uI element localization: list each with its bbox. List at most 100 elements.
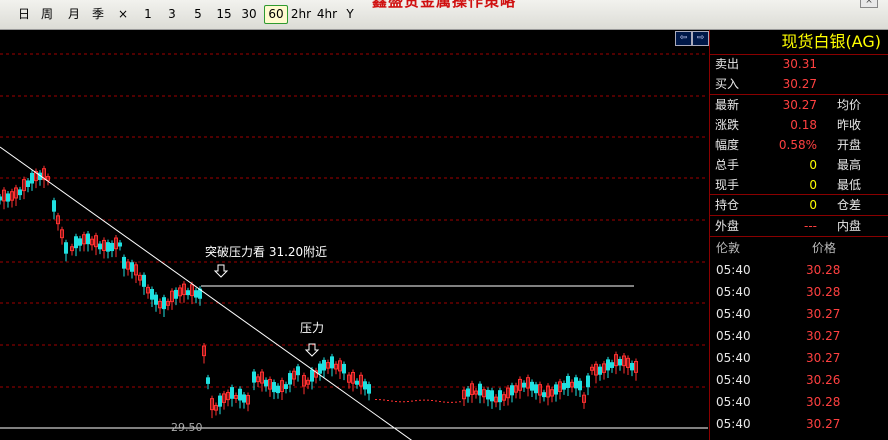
tick-header: 伦敦 价格 (710, 237, 888, 259)
period-button-5[interactable]: 1 (141, 6, 155, 23)
candle-body (630, 362, 634, 371)
candle-body (6, 193, 10, 202)
annotation-pressure: 压力 (300, 321, 324, 335)
candle-body (154, 294, 158, 305)
candle-body (74, 236, 78, 249)
period-button-8[interactable]: 15 (214, 6, 234, 23)
period-button-1[interactable]: 周 (38, 6, 56, 23)
period-button-0[interactable]: 日 (15, 6, 33, 23)
candle-body (272, 382, 276, 393)
period-button-2[interactable]: 月 (65, 6, 83, 23)
tick-price: 30.27 (806, 351, 841, 365)
candle-body (363, 381, 367, 390)
buy-row: 买入 30.27 (710, 74, 888, 94)
tick-header-price: 价格 (812, 241, 837, 255)
candle-body (52, 200, 56, 212)
candle-body (276, 385, 280, 394)
buy-label: 买入 (715, 77, 740, 91)
stat-label-2: 开盘 (837, 138, 862, 152)
candle (435, 400, 437, 402)
tick-row: 05:40 30.28 (710, 259, 888, 281)
stat-label-2: 均价 (837, 98, 862, 112)
candle-body (284, 384, 288, 389)
candle-body (578, 380, 582, 391)
candle-body (288, 373, 292, 385)
candle-body (318, 363, 322, 374)
period-button-6[interactable]: 3 (165, 6, 179, 23)
instrument-title: 现货白银(AG) (781, 32, 881, 51)
tick-row: 05:40 30.27 (710, 325, 888, 347)
tick-time: 05:40 (716, 307, 751, 321)
inner-label: 内盘 (837, 219, 862, 233)
scroll-right-icon[interactable]: ⇨ (692, 31, 709, 46)
period-button-7[interactable]: 5 (191, 6, 205, 23)
period-button-12[interactable]: 4hr (315, 6, 339, 23)
candle-body (478, 383, 482, 396)
candle (411, 400, 413, 402)
candle-body (542, 392, 546, 398)
tick-time: 05:40 (716, 329, 751, 343)
tick-row: 05:40 30.27 (710, 347, 888, 369)
stat-label: 总手 (715, 158, 740, 172)
buy-value: 30.27 (782, 77, 817, 91)
candle (399, 401, 401, 403)
period-button-13[interactable]: Y (343, 6, 357, 23)
kline-chart-svg: 突破压力看 31.20附近压力 29.50 (0, 53, 708, 440)
candle-body (264, 379, 268, 387)
candle-body (586, 375, 590, 388)
period-button-11[interactable]: 2hr (289, 6, 313, 23)
candle-body (238, 388, 242, 401)
candle-body (296, 366, 300, 376)
scroll-left-icon[interactable]: ⇦ (675, 31, 692, 46)
candle-body (466, 388, 470, 397)
candle (419, 399, 421, 401)
candle (407, 401, 409, 403)
stat-row: 幅度 0.58% 开盘 (710, 135, 888, 155)
close-icon[interactable]: × (860, 0, 878, 8)
candle-body (142, 274, 146, 287)
candle-body (86, 233, 90, 245)
tick-header-time: 伦敦 (716, 241, 741, 255)
candle-body (78, 238, 82, 246)
stat-label-2: 仓差 (837, 198, 862, 212)
candle-body (610, 362, 614, 368)
period-button-3[interactable]: 季 (89, 6, 107, 23)
period-button-9[interactable]: 30 (239, 6, 259, 23)
candle-body (606, 359, 610, 371)
candle-body (98, 243, 102, 250)
candle-body (64, 242, 68, 254)
candle-body (194, 290, 198, 298)
candle-body (206, 377, 210, 384)
candle (455, 401, 457, 403)
kline-chart[interactable]: 突破压力看 31.20附近 压力 29.50 (0, 30, 708, 440)
stat-label-2: 最高 (837, 158, 862, 172)
period-button-10[interactable]: 60 (264, 5, 288, 24)
candle-body (486, 389, 490, 400)
stat-value: 0 (809, 178, 817, 192)
candle-body (566, 375, 570, 388)
tick-time: 05:40 (716, 417, 751, 431)
period-button-4[interactable]: × (116, 6, 130, 23)
candle-body (122, 256, 126, 269)
quote-panel: 现货白银(AG) 卖出 30.31 买入 30.27 最新 30.27 均价 涨跌 0.… (709, 30, 888, 440)
trend-line (0, 146, 413, 440)
candle-body (18, 189, 22, 196)
candle-body (355, 380, 359, 385)
candle-body (30, 172, 34, 184)
candle-body (530, 381, 534, 391)
banner-title: 鑫盛贵金属操作策略 (372, 0, 517, 10)
tick-time: 05:40 (716, 373, 751, 387)
tick-time: 05:40 (716, 285, 751, 299)
candle-body (252, 371, 256, 383)
candle (395, 401, 397, 403)
candle-body (186, 290, 190, 296)
candle-body (598, 366, 602, 375)
candle-body (310, 369, 314, 382)
tick-row: 05:40 30.27 (710, 413, 888, 435)
candle-body (322, 359, 326, 371)
tick-time: 05:40 (716, 263, 751, 277)
candle-body (230, 387, 234, 399)
candle (383, 399, 385, 401)
candle (439, 401, 441, 403)
tick-row: 05:40 30.27 (710, 303, 888, 325)
